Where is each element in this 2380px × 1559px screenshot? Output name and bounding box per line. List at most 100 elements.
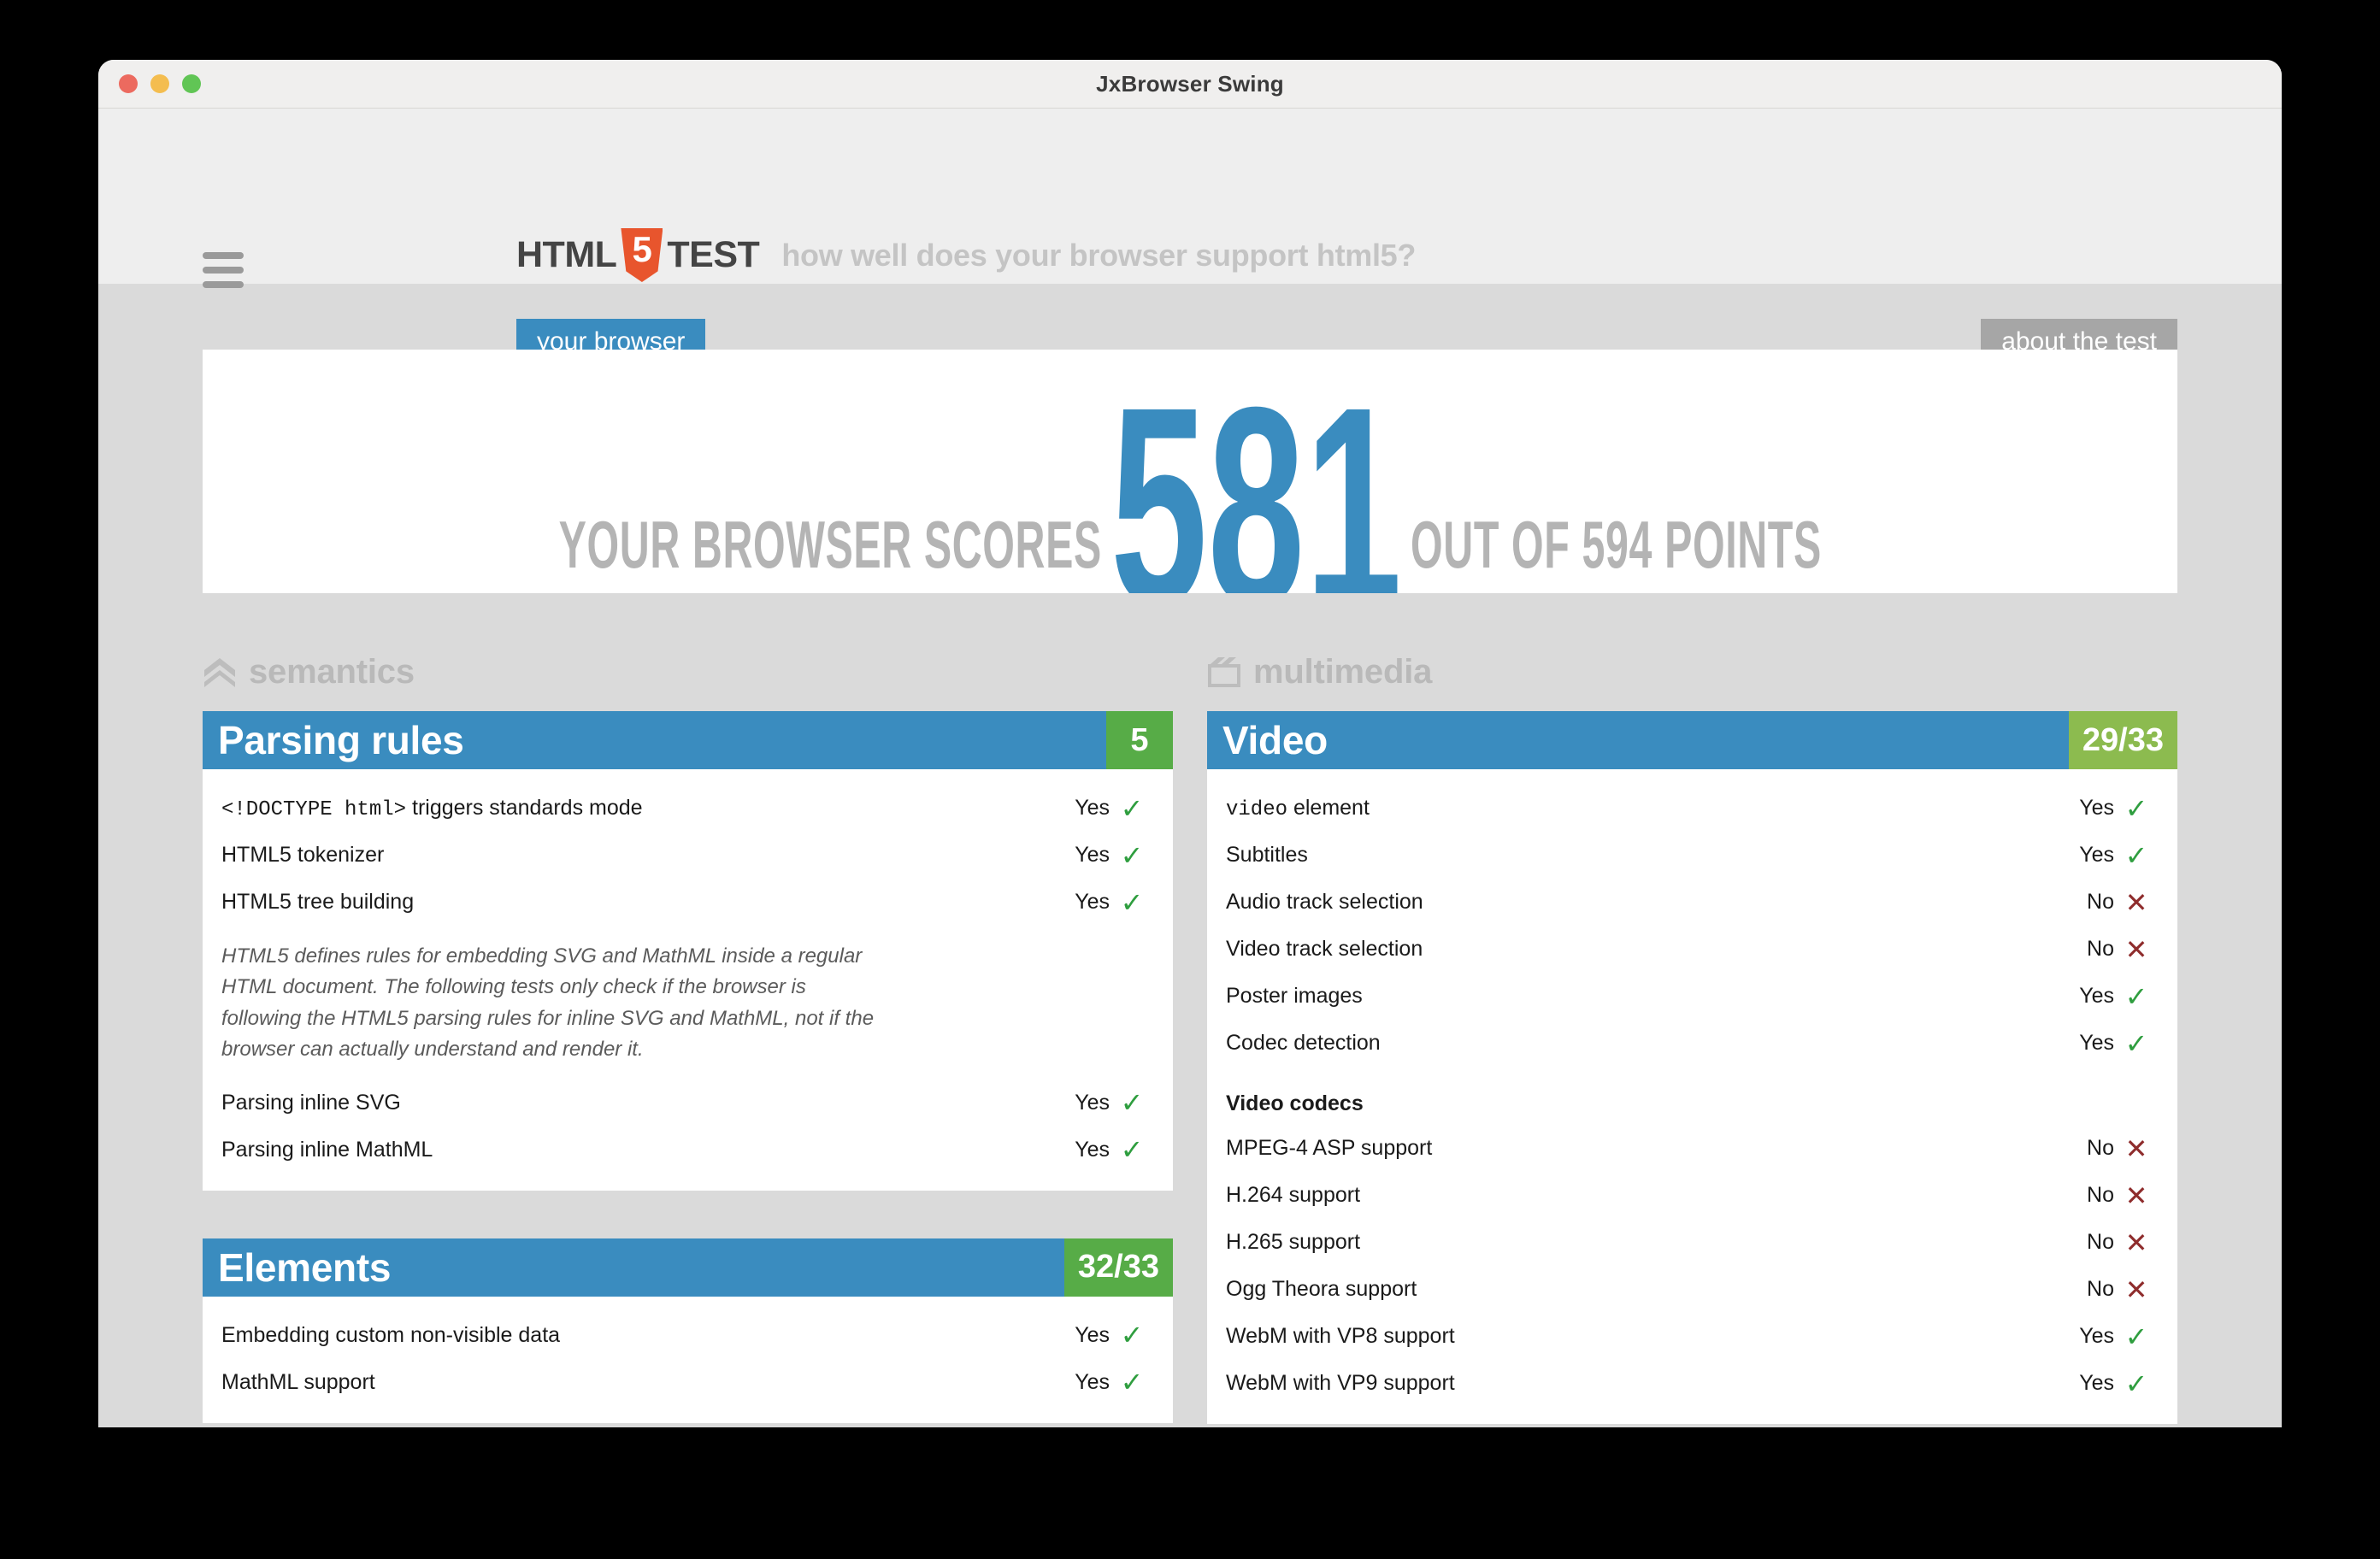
- table-row: Parsing inline MathML Yes ✓: [221, 1127, 1154, 1174]
- row-label: Ogg Theora support: [1226, 1277, 1417, 1301]
- card-header[interactable]: Elements 32/33: [203, 1238, 1173, 1297]
- page-content: YOUR BROWSER SCORES 581 OUT OF 594 POINT…: [98, 350, 2282, 1427]
- results-columns: semantics Parsing rules 5 <!DOCTYPE html…: [203, 650, 2177, 1427]
- row-label: Poster images: [1226, 984, 1363, 1008]
- table-row: H.265 support No ✕: [1226, 1219, 2159, 1266]
- chevrons-up-icon: [204, 658, 235, 687]
- row-label: Parsing inline MathML: [221, 1137, 433, 1162]
- score-banner: YOUR BROWSER SCORES 581 OUT OF 594 POINT…: [203, 350, 2177, 593]
- score-value: 581: [1110, 350, 1402, 593]
- table-row: Subtitles Yes ✓: [1226, 832, 2159, 879]
- check-icon: ✓: [1120, 792, 1144, 824]
- row-verdict: Yes: [1075, 843, 1110, 867]
- card-title: Video: [1222, 718, 1328, 762]
- table-row: WebM with VP8 support Yes ✓: [1226, 1313, 2159, 1360]
- table-row: HTML5 tree building Yes ✓: [221, 879, 1154, 926]
- row-verdict: No: [2087, 1230, 2114, 1254]
- window-controls[interactable]: [119, 60, 201, 108]
- hamburger-icon[interactable]: [203, 252, 244, 288]
- card-title: Elements: [218, 1244, 392, 1290]
- table-row: Ogg Theora support No ✕: [1226, 1266, 2159, 1313]
- row-label-code: video: [1226, 797, 1288, 821]
- card-score-badge: 32/33: [1063, 1238, 1173, 1297]
- row-verdict: Yes: [2079, 843, 2114, 867]
- card-parsing-rules: Parsing rules 5 <!DOCTYPE html> triggers…: [203, 711, 1173, 1191]
- logo-text-left: HTML: [516, 234, 617, 275]
- table-row: Video track selection No ✕: [1226, 926, 2159, 973]
- row-label-code: <!DOCTYPE html>: [221, 797, 407, 821]
- row-verdict: Yes: [1075, 796, 1110, 820]
- card-video: Video 29/33 video element Yes ✓ Subtitle…: [1207, 711, 2177, 1424]
- html5-shield-icon: 5: [621, 228, 663, 282]
- cross-icon: ✕: [2124, 886, 2148, 918]
- table-row: Codec detection Yes ✓: [1226, 1020, 2159, 1067]
- site-header: HTML 5 TEST how well does your browser s…: [98, 109, 2282, 367]
- row-label: Codec detection: [1226, 1031, 1381, 1055]
- row-verdict: No: [2087, 937, 2114, 961]
- row-label: H.264 support: [1226, 1183, 1361, 1207]
- minimize-button[interactable]: [150, 74, 169, 93]
- table-row: Audio track selection No ✕: [1226, 879, 2159, 926]
- card-elements: Elements 32/33 Embedding custom non-visi…: [203, 1238, 1173, 1423]
- row-verdict: Yes: [1075, 1137, 1110, 1162]
- film-clapper-icon: [1208, 657, 1240, 687]
- table-row: Embedding custom non-visible data Yes ✓: [221, 1312, 1154, 1359]
- check-icon: ✓: [1120, 1320, 1144, 1351]
- row-label: HTML5 tree building: [221, 890, 415, 914]
- table-row: video element Yes ✓: [1226, 785, 2159, 832]
- section-header-multimedia: multimedia: [1207, 650, 2177, 694]
- row-label: Audio track selection: [1226, 890, 1423, 914]
- check-icon: ✓: [2124, 1368, 2148, 1399]
- card-body: <!DOCTYPE html> triggers standards mode …: [203, 769, 1173, 1191]
- row-label: <!DOCTYPE html> triggers standards mode: [221, 796, 1046, 821]
- table-row: <!DOCTYPE html> triggers standards mode …: [221, 785, 1154, 832]
- section-label-semantics: semantics: [249, 652, 415, 691]
- card-score-badge: 5: [1106, 711, 1173, 769]
- zoom-button[interactable]: [182, 74, 201, 93]
- row-verdict: No: [2087, 1277, 2114, 1301]
- check-icon: ✓: [1120, 1367, 1144, 1398]
- table-row: MPEG-4 ASP support No ✕: [1226, 1125, 2159, 1172]
- card-score-badge: 29/33: [2068, 711, 2177, 769]
- check-icon: ✓: [2124, 792, 2148, 824]
- cross-icon: ✕: [2124, 933, 2148, 965]
- row-verdict: Yes: [2079, 984, 2114, 1008]
- check-icon: ✓: [2124, 980, 2148, 1012]
- hamburger-bar: [203, 267, 244, 274]
- html5test-logo[interactable]: HTML 5 TEST: [516, 228, 760, 282]
- check-icon: ✓: [1120, 1087, 1144, 1119]
- card-header[interactable]: Video 29/33: [1207, 711, 2177, 769]
- section-label-multimedia: multimedia: [1253, 652, 1433, 691]
- site-brand[interactable]: HTML 5 TEST how well does your browser s…: [516, 228, 1416, 282]
- score-suffix-label: OUT OF 594 POINTS: [1410, 506, 1822, 582]
- card-subheading: Video codecs: [1226, 1091, 1364, 1115]
- window-titlebar: JxBrowser Swing: [98, 60, 2282, 109]
- page-viewport: HTML 5 TEST how well does your browser s…: [98, 109, 2282, 1427]
- row-label: Embedding custom non-visible data: [221, 1322, 561, 1347]
- row-label-text: element: [1287, 795, 1370, 820]
- cross-icon: ✕: [2124, 1227, 2148, 1258]
- row-label: MPEG-4 ASP support: [1226, 1136, 1433, 1160]
- table-row: Poster images Yes ✓: [1226, 973, 2159, 1020]
- window-title: JxBrowser Swing: [1096, 70, 1284, 97]
- row-label: WebM with VP8 support: [1226, 1324, 1455, 1348]
- section-header-semantics: semantics: [203, 650, 1173, 694]
- card-note: HTML5 defines rules for embedding SVG an…: [221, 944, 875, 1062]
- row-verdict: Yes: [1075, 890, 1110, 914]
- check-icon: ✓: [1120, 839, 1144, 871]
- check-icon: ✓: [1120, 1134, 1144, 1166]
- desktop-background: JxBrowser Swing HTML 5 TEST how well doe…: [0, 0, 2380, 1559]
- row-verdict: No: [2087, 890, 2114, 914]
- table-row: WebM with VP9 support Yes ✓: [1226, 1360, 2159, 1407]
- card-body: video element Yes ✓ Subtitles Yes ✓ Audi…: [1207, 769, 2177, 1424]
- close-button[interactable]: [119, 74, 138, 93]
- shield-digit: 5: [632, 229, 652, 269]
- card-header[interactable]: Parsing rules 5: [203, 711, 1173, 769]
- column-multimedia: multimedia Video 29/33 video element Yes…: [1207, 650, 2177, 1427]
- row-verdict: Yes: [1075, 1090, 1110, 1115]
- cross-icon: ✕: [2124, 1180, 2148, 1211]
- score-prefix-label: YOUR BROWSER SCORES: [558, 506, 1102, 582]
- row-verdict: Yes: [2079, 1371, 2114, 1395]
- row-verdict: Yes: [2079, 1324, 2114, 1348]
- check-icon: ✓: [2124, 839, 2148, 871]
